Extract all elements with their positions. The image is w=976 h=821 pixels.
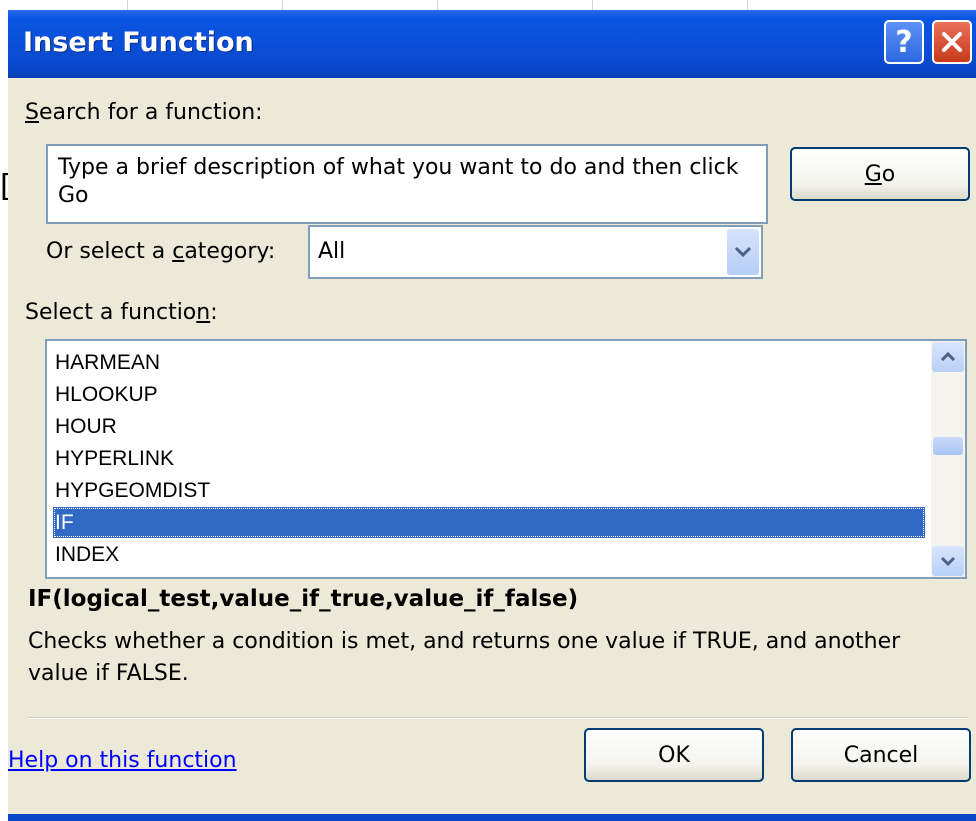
category-select[interactable]: All xyxy=(308,225,763,279)
function-list-label-before: Select a functio xyxy=(25,300,197,325)
category-label-access-key: c xyxy=(172,239,185,264)
scrollbar[interactable] xyxy=(931,341,965,577)
function-signature: IF(logical_test,value_if_true,value_if_f… xyxy=(28,586,579,612)
category-label-before: Or select a xyxy=(46,239,173,264)
chevron-up-icon xyxy=(940,351,956,362)
function-list-label-access-key: n xyxy=(196,300,211,325)
list-item[interactable]: HARMEAN xyxy=(53,347,925,378)
search-input[interactable]: Type a brief description of what you wan… xyxy=(46,144,768,224)
search-label: Search for a function: xyxy=(25,100,263,125)
category-value: All xyxy=(318,239,346,264)
chevron-down-icon xyxy=(734,246,752,258)
list-item-selected[interactable]: IF xyxy=(53,507,925,538)
go-label-access-key: G xyxy=(864,161,882,187)
function-list-label: Select a function: xyxy=(25,300,218,325)
separator xyxy=(28,717,968,719)
function-list-label-after: : xyxy=(210,300,218,325)
dropdown-button[interactable] xyxy=(727,229,759,275)
ok-button[interactable]: OK xyxy=(584,728,764,782)
category-label-after: ategory: xyxy=(184,239,276,264)
go-label-text: o xyxy=(881,161,896,187)
go-button[interactable]: Go xyxy=(790,147,970,201)
help-on-function-link[interactable]: Help on this function xyxy=(8,748,237,773)
bottom-border xyxy=(8,814,976,821)
cancel-button[interactable]: Cancel xyxy=(791,728,971,782)
chevron-down-icon xyxy=(940,556,956,567)
close-icon xyxy=(942,32,962,52)
function-description: Checks whether a condition is met, and r… xyxy=(28,629,901,686)
title-bar[interactable]: Insert Function ? xyxy=(8,10,976,78)
scroll-up-button[interactable] xyxy=(932,342,964,372)
function-list[interactable]: HARMEAN HLOOKUP HOUR HYPERLINK HYPGEOMDI… xyxy=(45,339,967,579)
list-item[interactable]: INDEX xyxy=(53,539,925,570)
search-label-access-key: S xyxy=(25,100,39,125)
list-item[interactable]: HYPGEOMDIST xyxy=(53,475,925,506)
list-item[interactable]: HLOOKUP xyxy=(53,379,925,410)
category-label: Or select a category: xyxy=(46,239,275,264)
search-label-text: earch for a function: xyxy=(38,100,263,125)
insert-function-dialog: Insert Function ? Search for a function:… xyxy=(8,10,976,821)
close-button[interactable] xyxy=(932,20,972,64)
scroll-thumb[interactable] xyxy=(933,437,963,455)
question-icon: ? xyxy=(895,24,913,60)
dialog-title: Insert Function xyxy=(23,27,254,58)
help-button[interactable]: ? xyxy=(884,20,924,64)
scroll-down-button[interactable] xyxy=(932,546,964,576)
list-item[interactable]: HOUR xyxy=(53,411,925,442)
list-item[interactable]: HYPERLINK xyxy=(53,443,925,474)
